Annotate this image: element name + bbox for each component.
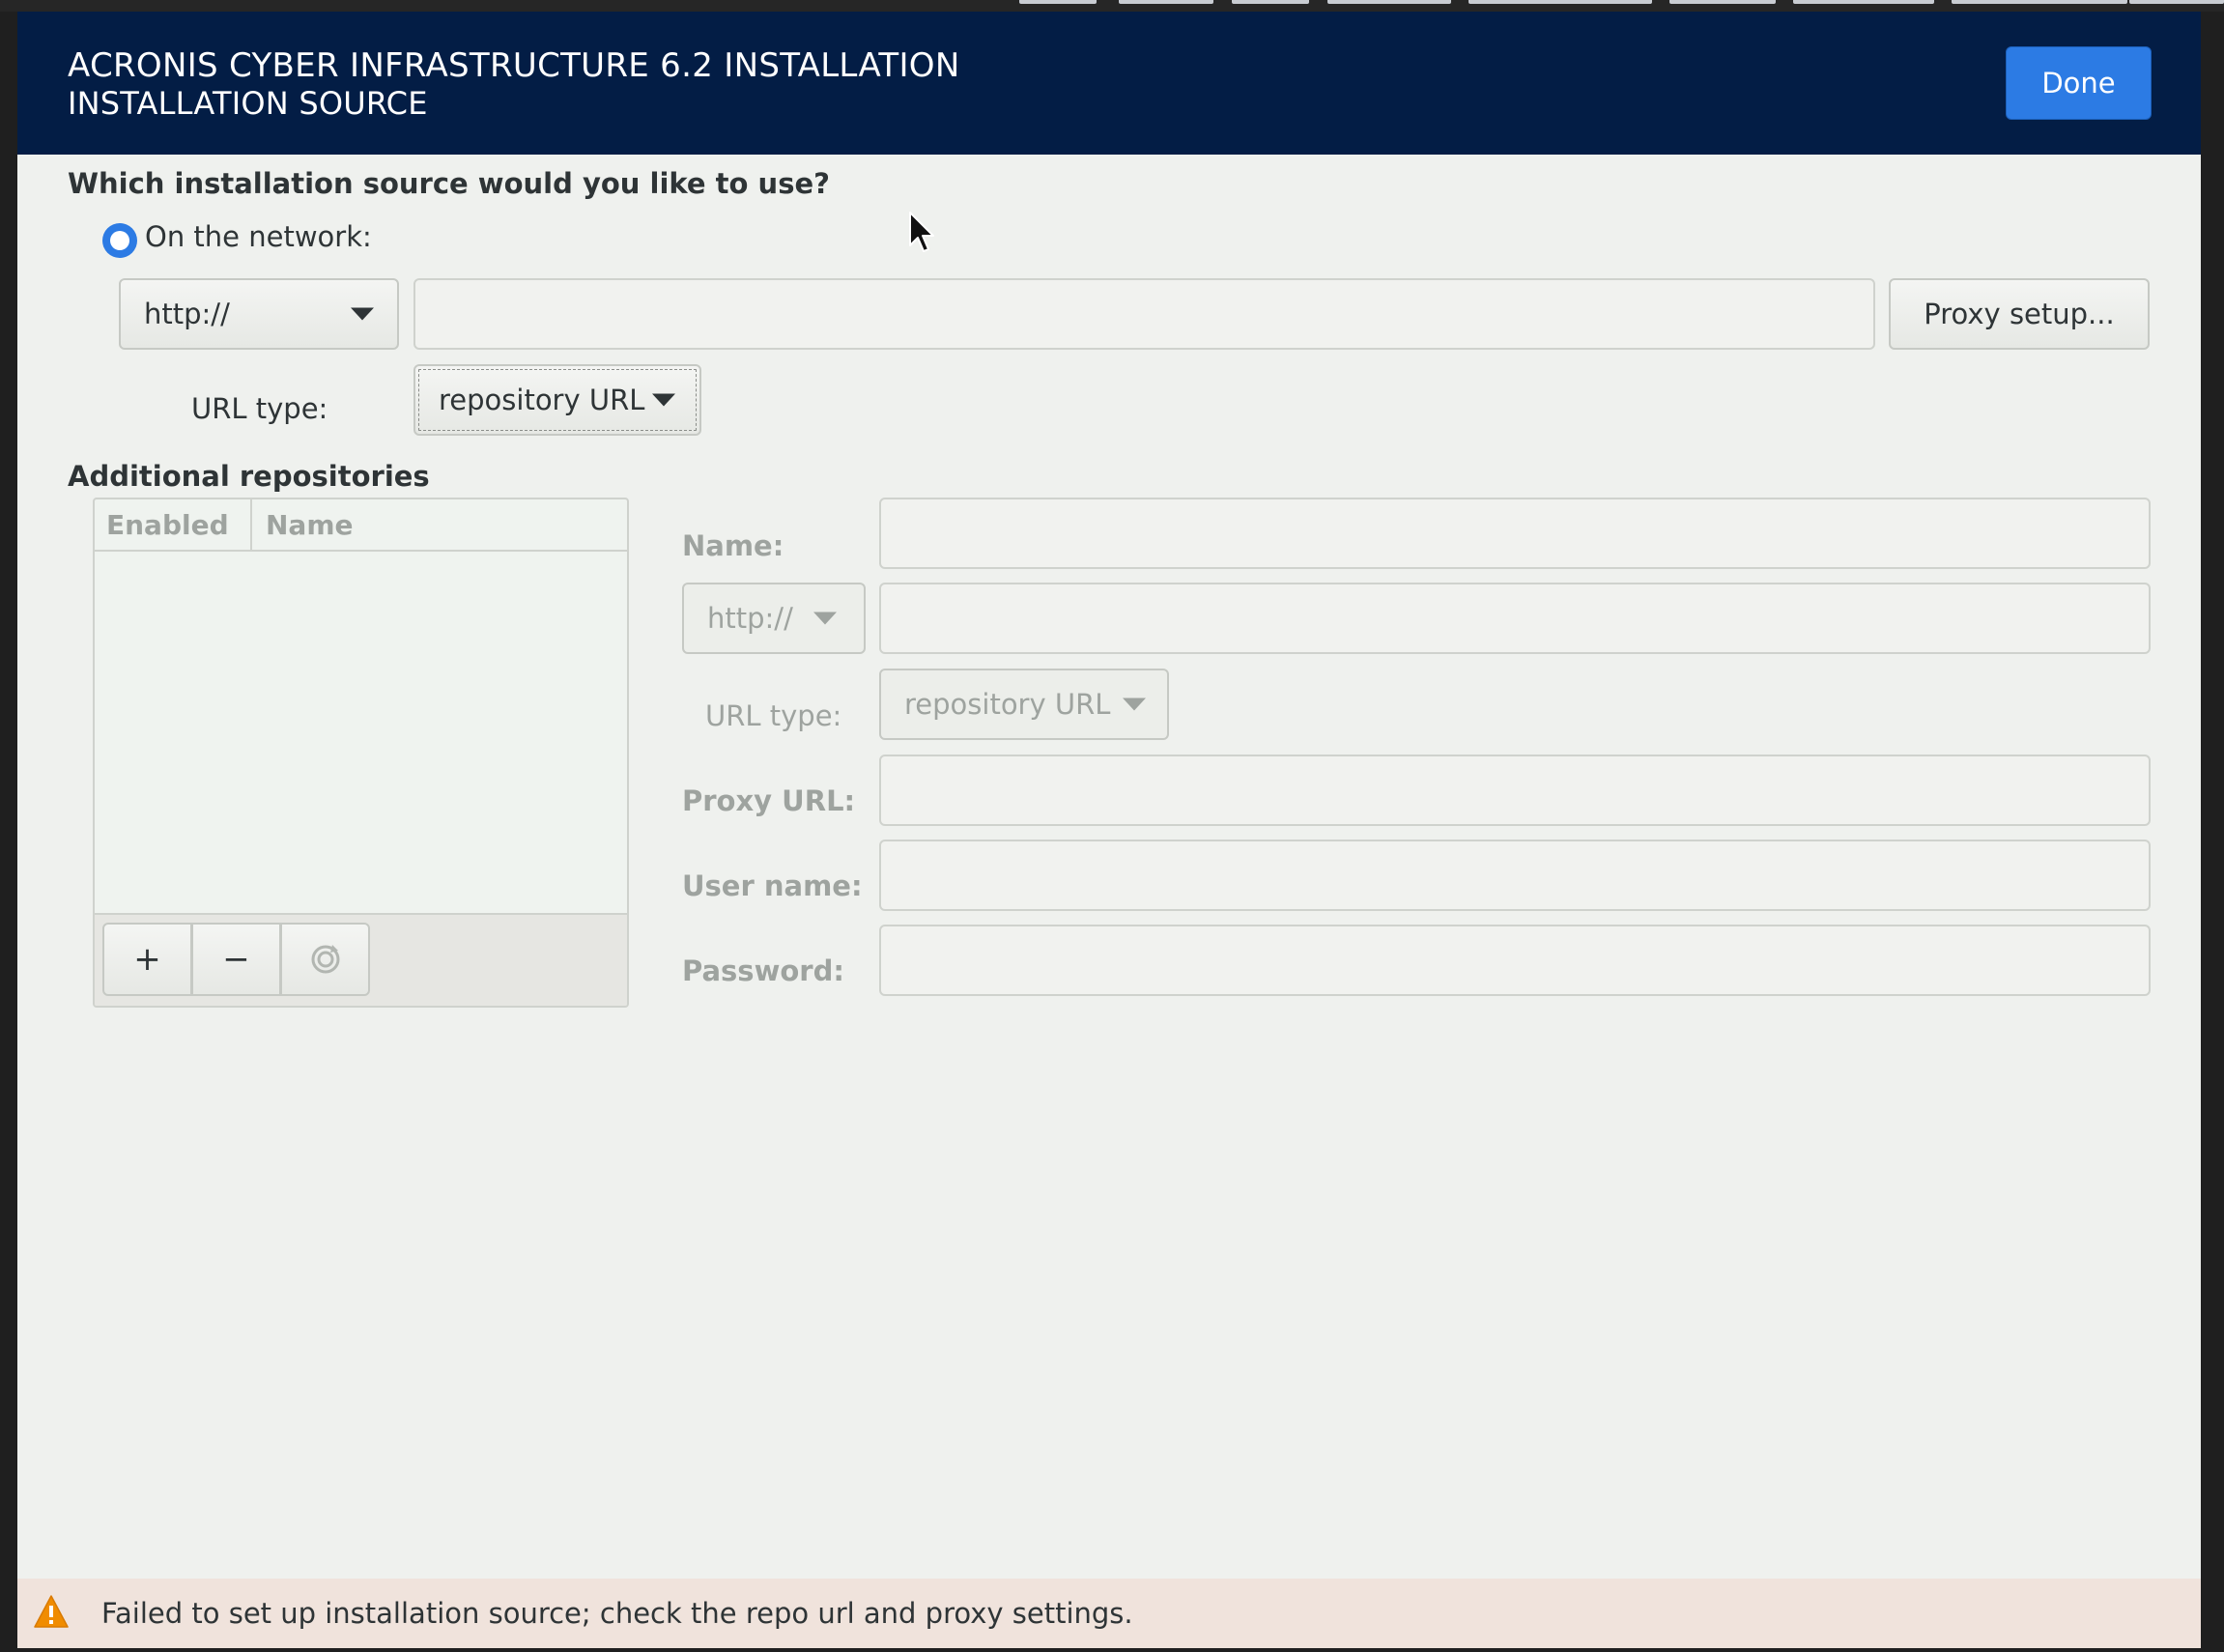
repo-name-label: Name: [682,529,784,562]
chevron-down-icon [813,612,837,625]
repo-url-type-select[interactable]: repository URL [879,669,1169,740]
repo-url-input[interactable] [879,583,2151,654]
panel-tab [1232,0,1309,4]
mouse-cursor-icon [909,212,934,252]
column-enabled[interactable]: Enabled [106,509,229,541]
protocol-select[interactable]: http:// [119,278,399,350]
panel-tab [2129,0,2224,4]
repo-protocol-value: http:// [707,602,793,635]
username-label: User name: [682,869,863,902]
password-input[interactable] [879,925,2151,996]
panel-tab [1119,0,1213,4]
chevron-down-icon [652,393,675,407]
add-icon: + [133,940,161,979]
panel-tab [1327,0,1451,4]
repo-url-type-value: repository URL [904,688,1111,721]
refresh-repo-button[interactable] [280,923,370,996]
installer-window: ACRONIS CYBER INFRASTRUCTURE 6.2 INSTALL… [17,12,2201,1648]
panel-tab [1793,0,1934,4]
remove-repo-button[interactable]: − [191,923,281,996]
url-type-value: repository URL [439,384,645,416]
panel-tab [1468,0,1652,4]
password-label: Password: [682,954,844,987]
repo-toolbar: + − [95,913,627,1006]
proxy-url-input[interactable] [879,755,2151,826]
network-label[interactable]: On the network: [145,220,372,253]
proxy-setup-button[interactable]: Proxy setup... [1889,278,2150,350]
additional-repos-heading: Additional repositories [68,460,430,493]
column-divider [250,499,252,550]
warning-icon [34,1595,69,1628]
installer-title: ACRONIS CYBER INFRASTRUCTURE 6.2 INSTALL… [68,46,960,85]
panel-tab [1952,0,2127,4]
panel-tab [1669,0,1776,4]
url-type-label: URL type: [191,392,328,425]
url-type-select[interactable]: repository URL [413,364,701,436]
proxy-url-label: Proxy URL: [682,784,856,817]
network-radio[interactable] [102,223,137,258]
username-input[interactable] [879,840,2151,911]
remove-icon: − [222,940,250,979]
repo-url-type-label: URL type: [705,699,842,732]
table-header: Enabled Name [95,499,627,552]
source-url-input[interactable] [413,278,1875,350]
chevron-down-icon [351,307,374,321]
done-button[interactable]: Done [2006,46,2152,120]
add-repo-button[interactable]: + [102,923,192,996]
protocol-value: http:// [144,298,230,330]
status-bar[interactable]: Failed to set up installation source; ch… [17,1579,2201,1648]
repo-table[interactable]: Enabled Name + − [93,498,629,1008]
status-message: Failed to set up installation source; ch… [101,1597,1133,1630]
source-question: Which installation source would you like… [68,167,830,200]
header-bar: ACRONIS CYBER INFRASTRUCTURE 6.2 INSTALL… [17,12,2201,155]
column-name[interactable]: Name [266,509,354,541]
top-panel-strip [0,0,2224,12]
chevron-down-icon [1123,698,1146,711]
refresh-icon [311,945,339,974]
page-title: INSTALLATION SOURCE [68,85,428,122]
repo-name-input[interactable] [879,498,2151,569]
panel-tab [1019,0,1097,4]
repo-protocol-select[interactable]: http:// [682,583,866,654]
